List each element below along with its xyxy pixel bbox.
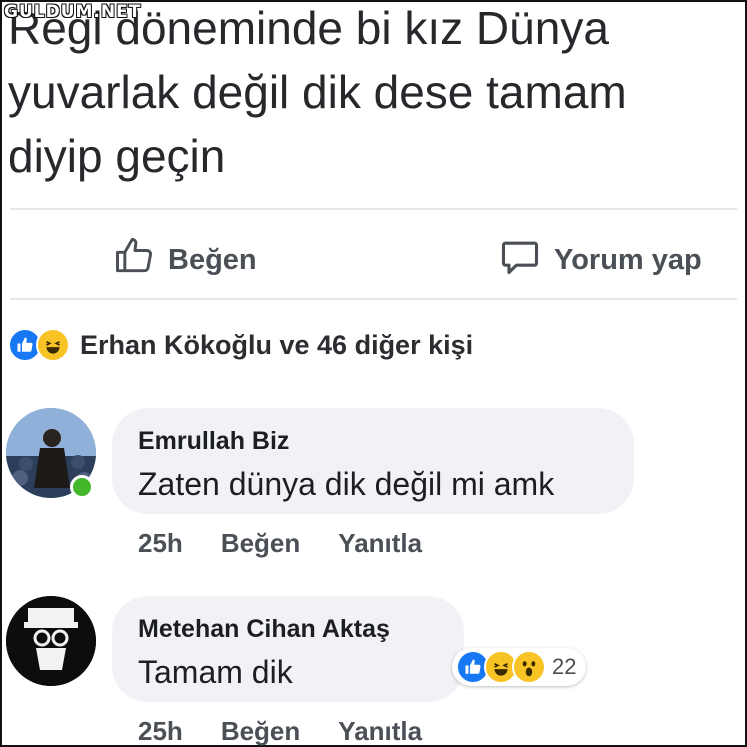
- like-button[interactable]: Beğen: [112, 234, 257, 286]
- post-text: Regl döneminde bi kız Dünya yuvarlak değ…: [8, 0, 728, 188]
- comment-button[interactable]: Yorum yap: [498, 234, 702, 286]
- comment-reply-button[interactable]: Yanıtla: [338, 528, 422, 559]
- haha-reaction-icon: [36, 328, 70, 362]
- comment-time[interactable]: 25h: [138, 716, 183, 747]
- comment-author[interactable]: Metehan Cihan Aktaş: [138, 615, 390, 644]
- comment-like-button[interactable]: Beğen: [221, 716, 300, 747]
- comment-time[interactable]: 25h: [138, 528, 183, 559]
- comment-text: Tamam dik: [138, 654, 293, 690]
- comment-text: Zaten dünya dik değil mi amk: [138, 466, 555, 502]
- comment-label: Yorum yap: [554, 243, 702, 276]
- reaction-count: 22: [552, 654, 577, 679]
- comment-like-button[interactable]: Beğen: [221, 528, 300, 559]
- post-text-line: diyip geçin: [8, 130, 226, 182]
- comment-meta: 25h Beğen Yanıtla: [138, 528, 422, 559]
- reactions-text: Erhan Kökoğlu ve 46 diğer kişi: [80, 329, 474, 360]
- reactions-summary[interactable]: Erhan Kökoğlu ve 46 diğer kişi: [8, 328, 473, 362]
- thumbs-up-icon: [112, 234, 156, 286]
- comment-meta: 25h Beğen Yanıtla: [138, 716, 422, 747]
- online-status-indicator: [70, 475, 94, 499]
- watermark: GULDUM.NET: [4, 2, 142, 22]
- comment-icon: [498, 234, 542, 286]
- avatar[interactable]: [6, 596, 96, 686]
- comment-reply-button[interactable]: Yanıtla: [338, 716, 422, 747]
- comment-author[interactable]: Emrullah Biz: [138, 427, 289, 456]
- divider: [10, 298, 737, 300]
- divider: [10, 208, 737, 210]
- like-label: Beğen: [168, 243, 257, 276]
- comment-reactions[interactable]: 22: [452, 648, 587, 686]
- wow-reaction-icon: [512, 650, 546, 684]
- post-text-line: yuvarlak değil dik dese tamam: [8, 66, 627, 118]
